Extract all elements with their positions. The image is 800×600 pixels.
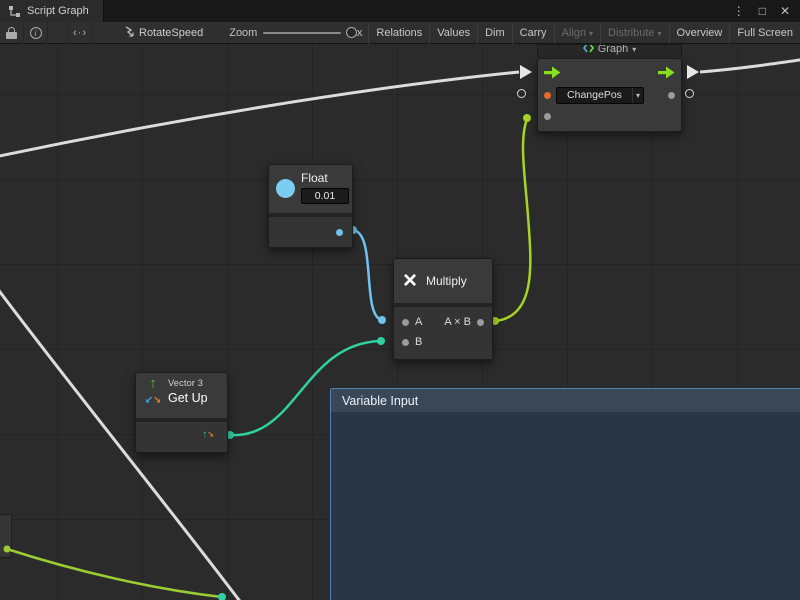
variable-input-panel[interactable]: Variable Input xyxy=(330,388,800,600)
value-ring-right-icon xyxy=(685,89,694,98)
wire-endpoint xyxy=(378,316,386,324)
toolbar-button-overview[interactable]: Overview xyxy=(669,22,730,44)
toolbar-button-align[interactable]: Align ▾ xyxy=(554,22,600,44)
event-node[interactable]: ChangePos ▾ xyxy=(537,58,682,132)
graph-toolbar: i ‹·› RotateSpeed Zoom 1x Relations Valu… xyxy=(0,22,800,44)
wire-flow-out xyxy=(700,59,800,72)
graph-asset-icon xyxy=(124,26,135,40)
lock-icon xyxy=(6,27,17,39)
multiply-input-a-port[interactable] xyxy=(402,319,409,326)
window-controls: ⋮ □ ✕ xyxy=(733,0,800,22)
event-target-port[interactable] xyxy=(544,92,551,99)
maximize-icon[interactable]: □ xyxy=(759,0,766,22)
event-argument-port[interactable] xyxy=(544,113,551,120)
wire-flow-in xyxy=(0,72,519,158)
float-literal-node[interactable]: Float 0.01 xyxy=(268,164,353,248)
float-node-title: Float xyxy=(301,171,346,185)
toolbar-button-distribute[interactable]: Distribute ▾ xyxy=(600,22,668,44)
wire-endpoint xyxy=(218,593,226,600)
toolbar-buttons: Relations Values Dim Carry Align ▾ Distr… xyxy=(368,22,800,44)
info-button[interactable]: i xyxy=(24,22,48,44)
chevron-down-icon: ▾ xyxy=(589,29,593,38)
event-name-value: ChangePos xyxy=(557,88,632,103)
titlebar: Script Graph ⋮ □ ✕ xyxy=(0,0,800,22)
multiply-node[interactable]: × Multiply A A × B B xyxy=(393,258,493,360)
vector3-output-port[interactable]: ↑↘ xyxy=(202,430,214,440)
chevron-down-icon: ▾ xyxy=(632,45,636,54)
script-graph-icon xyxy=(8,5,21,18)
event-name-dropdown[interactable]: ChangePos ▾ xyxy=(556,87,644,104)
code-view-button[interactable]: ‹·› xyxy=(68,22,92,44)
graph-breadcrumb[interactable]: Graph ▾ xyxy=(537,44,682,57)
menu-icon[interactable]: ⋮ xyxy=(733,0,745,22)
flow-input-port[interactable] xyxy=(544,66,561,79)
graph-asset-name: RotateSpeed xyxy=(139,27,203,39)
code-view-icon: ‹·› xyxy=(73,27,87,39)
flow-output-port[interactable] xyxy=(658,66,675,79)
vector3-type-label: Vector 3 xyxy=(168,378,223,389)
multiply-output-port[interactable] xyxy=(477,319,484,326)
zoom-slider-handle[interactable] xyxy=(346,27,357,38)
vector3-icon: ↑↙↘ xyxy=(142,376,164,407)
chevron-down-icon: ▾ xyxy=(633,91,643,100)
vector3-get-up-node[interactable]: ↑↙↘ Vector 3 Get Up ↑↘ xyxy=(135,372,228,453)
multiply-node-title: Multiply xyxy=(426,274,467,288)
offscreen-node-stub[interactable] xyxy=(0,514,12,558)
multiply-input-a-label: A xyxy=(415,316,422,328)
graph-canvas[interactable]: Variable Input Graph ▾ xyxy=(0,44,800,600)
toolbar-button-carry[interactable]: Carry xyxy=(512,22,554,44)
event-output-port[interactable] xyxy=(668,92,675,99)
multiply-input-b-label: B xyxy=(415,336,422,348)
wire-endpoint xyxy=(523,114,531,122)
zoom-slider[interactable] xyxy=(263,22,344,44)
variable-input-panel-header[interactable]: Variable Input xyxy=(331,389,800,413)
close-icon[interactable]: ✕ xyxy=(780,0,790,22)
multiply-icon: × xyxy=(403,269,417,293)
tab-script-graph[interactable]: Script Graph xyxy=(0,0,104,22)
multiply-output-label: A × B xyxy=(444,316,471,328)
toolbar-button-fullscreen[interactable]: Full Screen xyxy=(729,22,800,44)
flow-arrow-out-icon xyxy=(687,65,699,79)
info-icon: i xyxy=(30,27,42,39)
float-type-icon xyxy=(276,179,295,198)
wire-multiply-to-event xyxy=(495,119,530,321)
wire-endpoint xyxy=(377,337,385,345)
float-output-port[interactable] xyxy=(336,229,343,236)
toolbar-button-align-label: Align xyxy=(562,27,586,39)
flow-graph-icon xyxy=(583,44,594,56)
chevron-down-icon: ▾ xyxy=(658,29,662,38)
flow-arrow-in-icon xyxy=(520,65,532,79)
wire-float-to-multiply-a xyxy=(353,230,382,320)
toolbar-button-relations[interactable]: Relations xyxy=(368,22,429,44)
vector3-node-title: Get Up xyxy=(168,391,223,405)
multiply-input-b-port[interactable] xyxy=(402,339,409,346)
breadcrumb-label: Graph xyxy=(598,44,629,55)
toolbar-button-distribute-label: Distribute xyxy=(608,27,654,39)
graph-asset-button[interactable]: RotateSpeed xyxy=(124,26,203,40)
tab-label: Script Graph xyxy=(27,5,89,17)
wire-bottom-left xyxy=(7,549,222,597)
zoom-slider-track xyxy=(263,32,340,34)
float-value-input[interactable]: 0.01 xyxy=(301,188,349,204)
toolbar-button-dim[interactable]: Dim xyxy=(477,22,512,44)
toolbar-button-values[interactable]: Values xyxy=(429,22,477,44)
value-ring-left-icon xyxy=(517,89,526,98)
zoom-label: Zoom xyxy=(229,27,257,39)
lock-button[interactable] xyxy=(0,22,24,44)
